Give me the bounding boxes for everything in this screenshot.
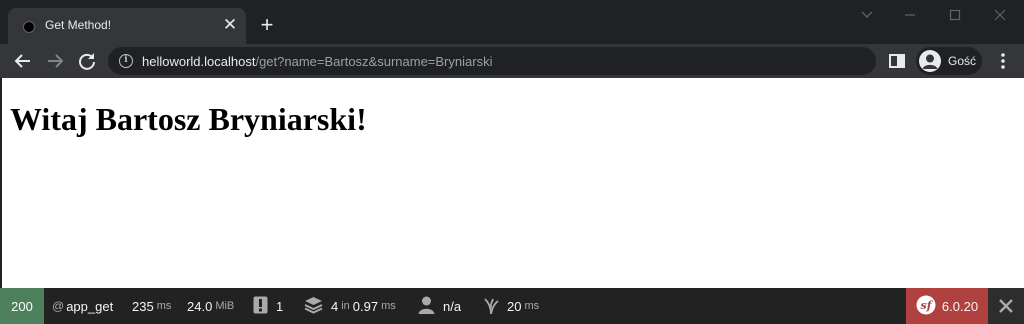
- page-content: Witaj Bartosz Bryniarski!: [0, 78, 1024, 288]
- side-panel-button[interactable]: [888, 52, 906, 70]
- browser-tab[interactable]: Get Method! ✕: [8, 8, 246, 44]
- side-panel-icon: [889, 54, 905, 68]
- arrow-right-icon: [48, 54, 64, 68]
- tab-close-icon[interactable]: ✕: [220, 15, 240, 35]
- new-tab-button[interactable]: +: [256, 14, 278, 36]
- close-icon: [999, 299, 1013, 313]
- twig-icon: [484, 296, 499, 317]
- status-code-badge[interactable]: 200: [0, 288, 44, 324]
- symfony-version: 6.0.20: [941, 298, 979, 314]
- request-time-value: 235: [132, 298, 154, 314]
- logs-panel[interactable]: 1: [253, 288, 283, 324]
- browser-title-bar: Get Method! ✕ +: [0, 0, 1024, 44]
- memory-unit: MiB: [215, 300, 235, 312]
- reload-icon: [79, 53, 95, 70]
- hide-toolbar-button[interactable]: [988, 288, 1024, 324]
- maximize-button[interactable]: [940, 4, 970, 26]
- request-time-panel[interactable]: 235 ms: [132, 288, 171, 324]
- url-text[interactable]: helloworld.localhost/get?name=Bartosz&su…: [142, 54, 492, 69]
- profile-label: Gość: [948, 54, 977, 68]
- tab-search-button[interactable]: [852, 4, 882, 26]
- back-button[interactable]: [11, 49, 35, 73]
- logs-count: 1: [276, 298, 284, 314]
- profile-button[interactable]: Gość: [916, 47, 982, 75]
- twig-time: 20: [507, 298, 522, 314]
- arrow-left-icon: [14, 54, 30, 68]
- tab-favicon-icon: [23, 21, 35, 33]
- chevron-down-icon: [861, 11, 873, 18]
- route-prefix: @: [52, 299, 65, 313]
- twig-time-unit: ms: [524, 300, 540, 312]
- symfony-version-badge[interactable]: sf 6.0.20: [906, 288, 988, 324]
- request-time-unit: ms: [156, 300, 172, 312]
- cache-in-label: in: [341, 300, 350, 312]
- symfony-debug-toolbar: 200 @ app_get 235 ms 24.0 MiB 1 4 in 0.9…: [0, 288, 1024, 324]
- address-bar[interactable]: i helloworld.localhost/get?name=Bartosz&…: [108, 47, 876, 75]
- memory-value: 24.0: [187, 298, 213, 314]
- url-path: /get?name=Bartosz&surname=Bryniarski: [255, 54, 493, 69]
- site-info-icon[interactable]: i: [119, 54, 133, 68]
- exclamation-icon: [253, 296, 268, 317]
- cache-count: 4: [331, 298, 339, 314]
- cache-time: 0.97: [352, 298, 379, 314]
- cache-panel[interactable]: 4 in 0.97 ms: [304, 288, 396, 324]
- user-icon: [418, 296, 435, 317]
- browser-toolbar: i helloworld.localhost/get?name=Bartosz&…: [0, 44, 1024, 78]
- maximize-icon: [949, 9, 961, 21]
- security-panel[interactable]: n/a: [418, 288, 461, 324]
- route-name: app_get: [66, 298, 114, 314]
- close-window-button[interactable]: [985, 4, 1015, 26]
- twig-panel[interactable]: 20 ms: [484, 288, 539, 324]
- symfony-logo-icon: sf: [916, 295, 936, 318]
- more-vertical-icon: [1001, 53, 1005, 69]
- user-value: n/a: [443, 298, 462, 314]
- browser-menu-button[interactable]: [992, 50, 1014, 72]
- cache-time-unit: ms: [381, 300, 396, 312]
- page-heading: Witaj Bartosz Bryniarski!: [10, 101, 367, 137]
- minimize-button[interactable]: [895, 4, 925, 26]
- reload-button[interactable]: [75, 49, 99, 73]
- route-info[interactable]: @ app_get: [52, 288, 113, 324]
- memory-panel[interactable]: 24.0 MiB: [187, 288, 234, 324]
- url-host: helloworld.localhost: [142, 54, 256, 69]
- forward-button[interactable]: [43, 49, 67, 73]
- minimize-icon: [905, 14, 915, 16]
- close-icon: [994, 9, 1006, 21]
- tab-title: Get Method!: [45, 18, 112, 32]
- guest-avatar-icon: [919, 50, 941, 72]
- layers-icon: [304, 296, 323, 317]
